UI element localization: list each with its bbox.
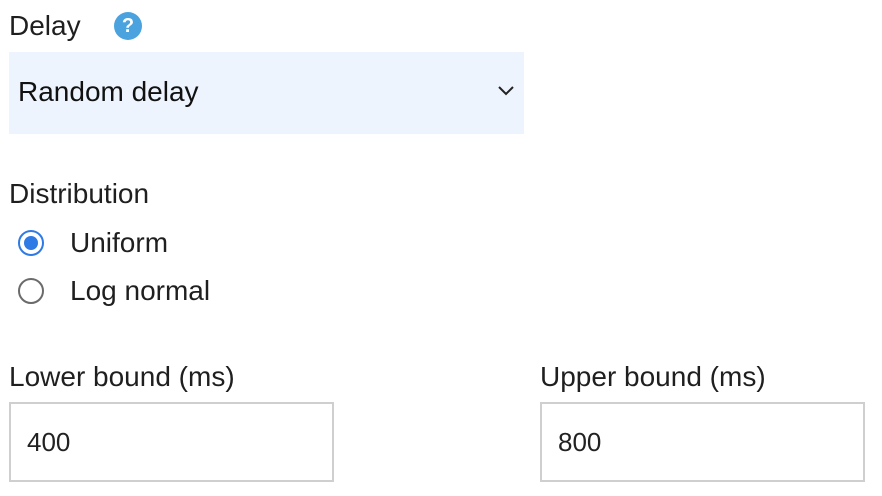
radio-button-log-normal[interactable] xyxy=(18,278,44,304)
upper-bound-input[interactable] xyxy=(540,402,865,482)
chevron-down-icon xyxy=(498,86,514,96)
delay-select[interactable]: Random delay xyxy=(9,52,524,134)
radio-button-uniform[interactable] xyxy=(18,230,44,256)
distribution-label: Distribution xyxy=(9,178,150,209)
radio-label-uniform: Uniform xyxy=(70,227,169,258)
delay-label: Delay xyxy=(9,10,81,41)
radio-label-log-normal: Log normal xyxy=(70,275,211,306)
lower-bound-input[interactable] xyxy=(9,402,334,482)
help-icon[interactable]: ? xyxy=(114,12,142,40)
delay-select-value: Random delay xyxy=(18,76,199,107)
upper-bound-label: Upper bound (ms) xyxy=(540,361,766,392)
lower-bound-label: Lower bound (ms) xyxy=(9,361,235,392)
